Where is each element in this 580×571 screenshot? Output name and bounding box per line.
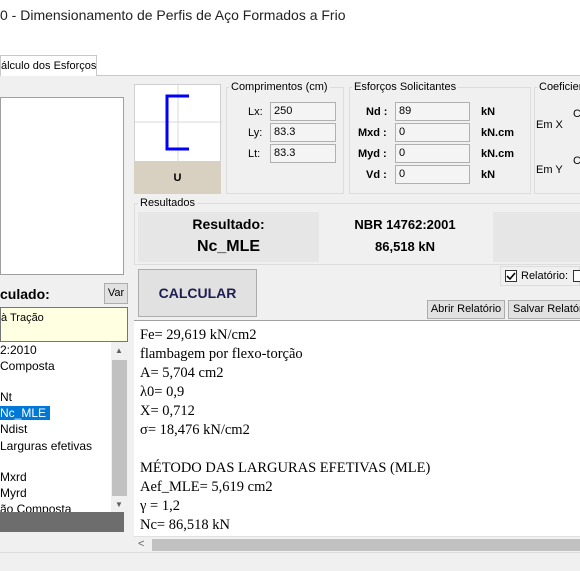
lt-input[interactable]: 83.3 xyxy=(270,144,336,163)
left-bottom-bar xyxy=(0,512,124,532)
myd-input[interactable]: 0 xyxy=(395,144,470,163)
section-type-label: U xyxy=(134,161,221,194)
resultado-value: Nc_MLE xyxy=(196,238,261,255)
relatorio-label: Relatório: xyxy=(521,270,569,282)
output-line: flambagem por flexo-torção xyxy=(140,346,303,362)
output-line: σ= 18,476 kN/cm2 xyxy=(140,422,250,438)
selected-case-box[interactable]: à Tração xyxy=(0,307,128,342)
esforcos-title: Esforços Solicitantes xyxy=(352,81,459,93)
title-bar: 0 - Dimensionamento de Perfis de Aço For… xyxy=(0,0,580,32)
output-line: A= 5,704 cm2 xyxy=(140,365,224,381)
myd-label: Myd : xyxy=(358,148,387,160)
resultado-label: Resultado: xyxy=(192,216,265,232)
salvar-relatorio-button[interactable]: Salvar Relatór xyxy=(508,300,580,319)
lx-label: Lx: xyxy=(248,106,263,118)
output-line: Fe= 29,619 kN/cm2 xyxy=(140,327,257,343)
em-x-label: Em X xyxy=(536,119,563,131)
comprimentos-title: Comprimentos (cm) xyxy=(229,81,330,93)
nd-input[interactable]: 89 xyxy=(395,102,470,121)
relatorio-checkbox-2[interactable] xyxy=(573,270,580,282)
em-y-label: Em Y xyxy=(536,164,563,176)
resultado-box-2 xyxy=(493,212,580,262)
output-text[interactable]: Fe= 29,619 kN/cm2 flambagem por flexo-to… xyxy=(134,320,580,537)
list-item[interactable]: Ndist xyxy=(0,422,27,436)
output-line: Nc= 86,518 kN xyxy=(140,517,230,533)
coeficientes-group xyxy=(534,87,580,194)
output-line: γ = 1,2 xyxy=(140,498,180,514)
list-item[interactable]: Larguras efetivas xyxy=(0,439,92,453)
scroll-thumb[interactable] xyxy=(112,360,127,496)
abrir-relatorio-button[interactable]: Abrir Relatório xyxy=(427,300,505,319)
norma-label: NBR 14762:2001 xyxy=(354,217,456,232)
tab-label: álculo dos Esforços xyxy=(1,60,97,72)
lt-label: Lt: xyxy=(248,148,261,160)
list-item[interactable]: Myrd xyxy=(0,486,27,500)
coeficientes-title: Coeficier xyxy=(537,81,580,93)
coef-c1-label: C xyxy=(573,108,580,120)
list-item[interactable]: Mxrd xyxy=(0,470,27,484)
ly-label: Ly: xyxy=(248,127,263,139)
list-item[interactable]: 2:2010 xyxy=(0,343,37,357)
output-line: X= 0,712 xyxy=(140,403,195,419)
window-title: 0 - Dimensionamento de Perfis de Aço For… xyxy=(0,7,346,23)
verification-list[interactable]: 2:2010 Composta Nt Nc_MLE Ndist Larguras… xyxy=(0,342,128,516)
tab-calculo-esforcos[interactable]: álculo dos Esforços xyxy=(0,55,97,76)
norma-value: 86,518 kN xyxy=(375,239,435,254)
selected-case-label: à Tração xyxy=(1,312,44,324)
check-icon xyxy=(506,272,516,281)
hscroll-thumb[interactable] xyxy=(152,539,580,551)
list-scrollbar[interactable]: ▲ ▼ xyxy=(111,342,128,512)
list-item[interactable]: Nt xyxy=(0,390,12,404)
vd-label: Vd : xyxy=(366,169,387,181)
output-line: MÉTODO DAS LARGURAS EFETIVAS (MLE) xyxy=(140,460,431,476)
list-item[interactable]: Composta xyxy=(0,359,55,373)
nd-unit: kN xyxy=(481,106,496,118)
scroll-down-icon[interactable]: ▼ xyxy=(115,500,123,509)
myd-unit: kN.cm xyxy=(481,148,515,160)
coef-c2-label: C xyxy=(573,155,580,167)
scroll-left-icon[interactable]: < xyxy=(138,538,144,550)
mxd-unit: kN.cm xyxy=(481,127,515,139)
nd-label: Nd : xyxy=(366,106,388,118)
relatorio-checkbox[interactable] xyxy=(505,270,517,282)
mxd-input[interactable]: 0 xyxy=(395,123,470,142)
section-list[interactable] xyxy=(0,97,124,275)
status-bar xyxy=(0,552,580,571)
calcular-button[interactable]: CALCULAR xyxy=(138,269,257,317)
vd-input[interactable]: 0 xyxy=(395,165,470,184)
ly-input[interactable]: 83.3 xyxy=(270,123,336,142)
scroll-up-icon[interactable]: ▲ xyxy=(115,346,123,355)
list-item-selected[interactable]: Nc_MLE xyxy=(0,406,51,420)
calculado-label: culado: xyxy=(0,286,50,302)
lx-input[interactable]: 250 xyxy=(270,102,336,121)
mxd-label: Mxd : xyxy=(358,127,387,139)
output-line: λ0= 0,9 xyxy=(140,384,185,400)
resultados-title: Resultados xyxy=(138,197,198,209)
output-line: Aef_MLE= 5,619 cm2 xyxy=(140,479,273,495)
vd-unit: kN xyxy=(481,169,496,181)
var-button[interactable]: Var xyxy=(104,283,128,304)
output-hscrollbar[interactable]: < xyxy=(134,536,580,553)
